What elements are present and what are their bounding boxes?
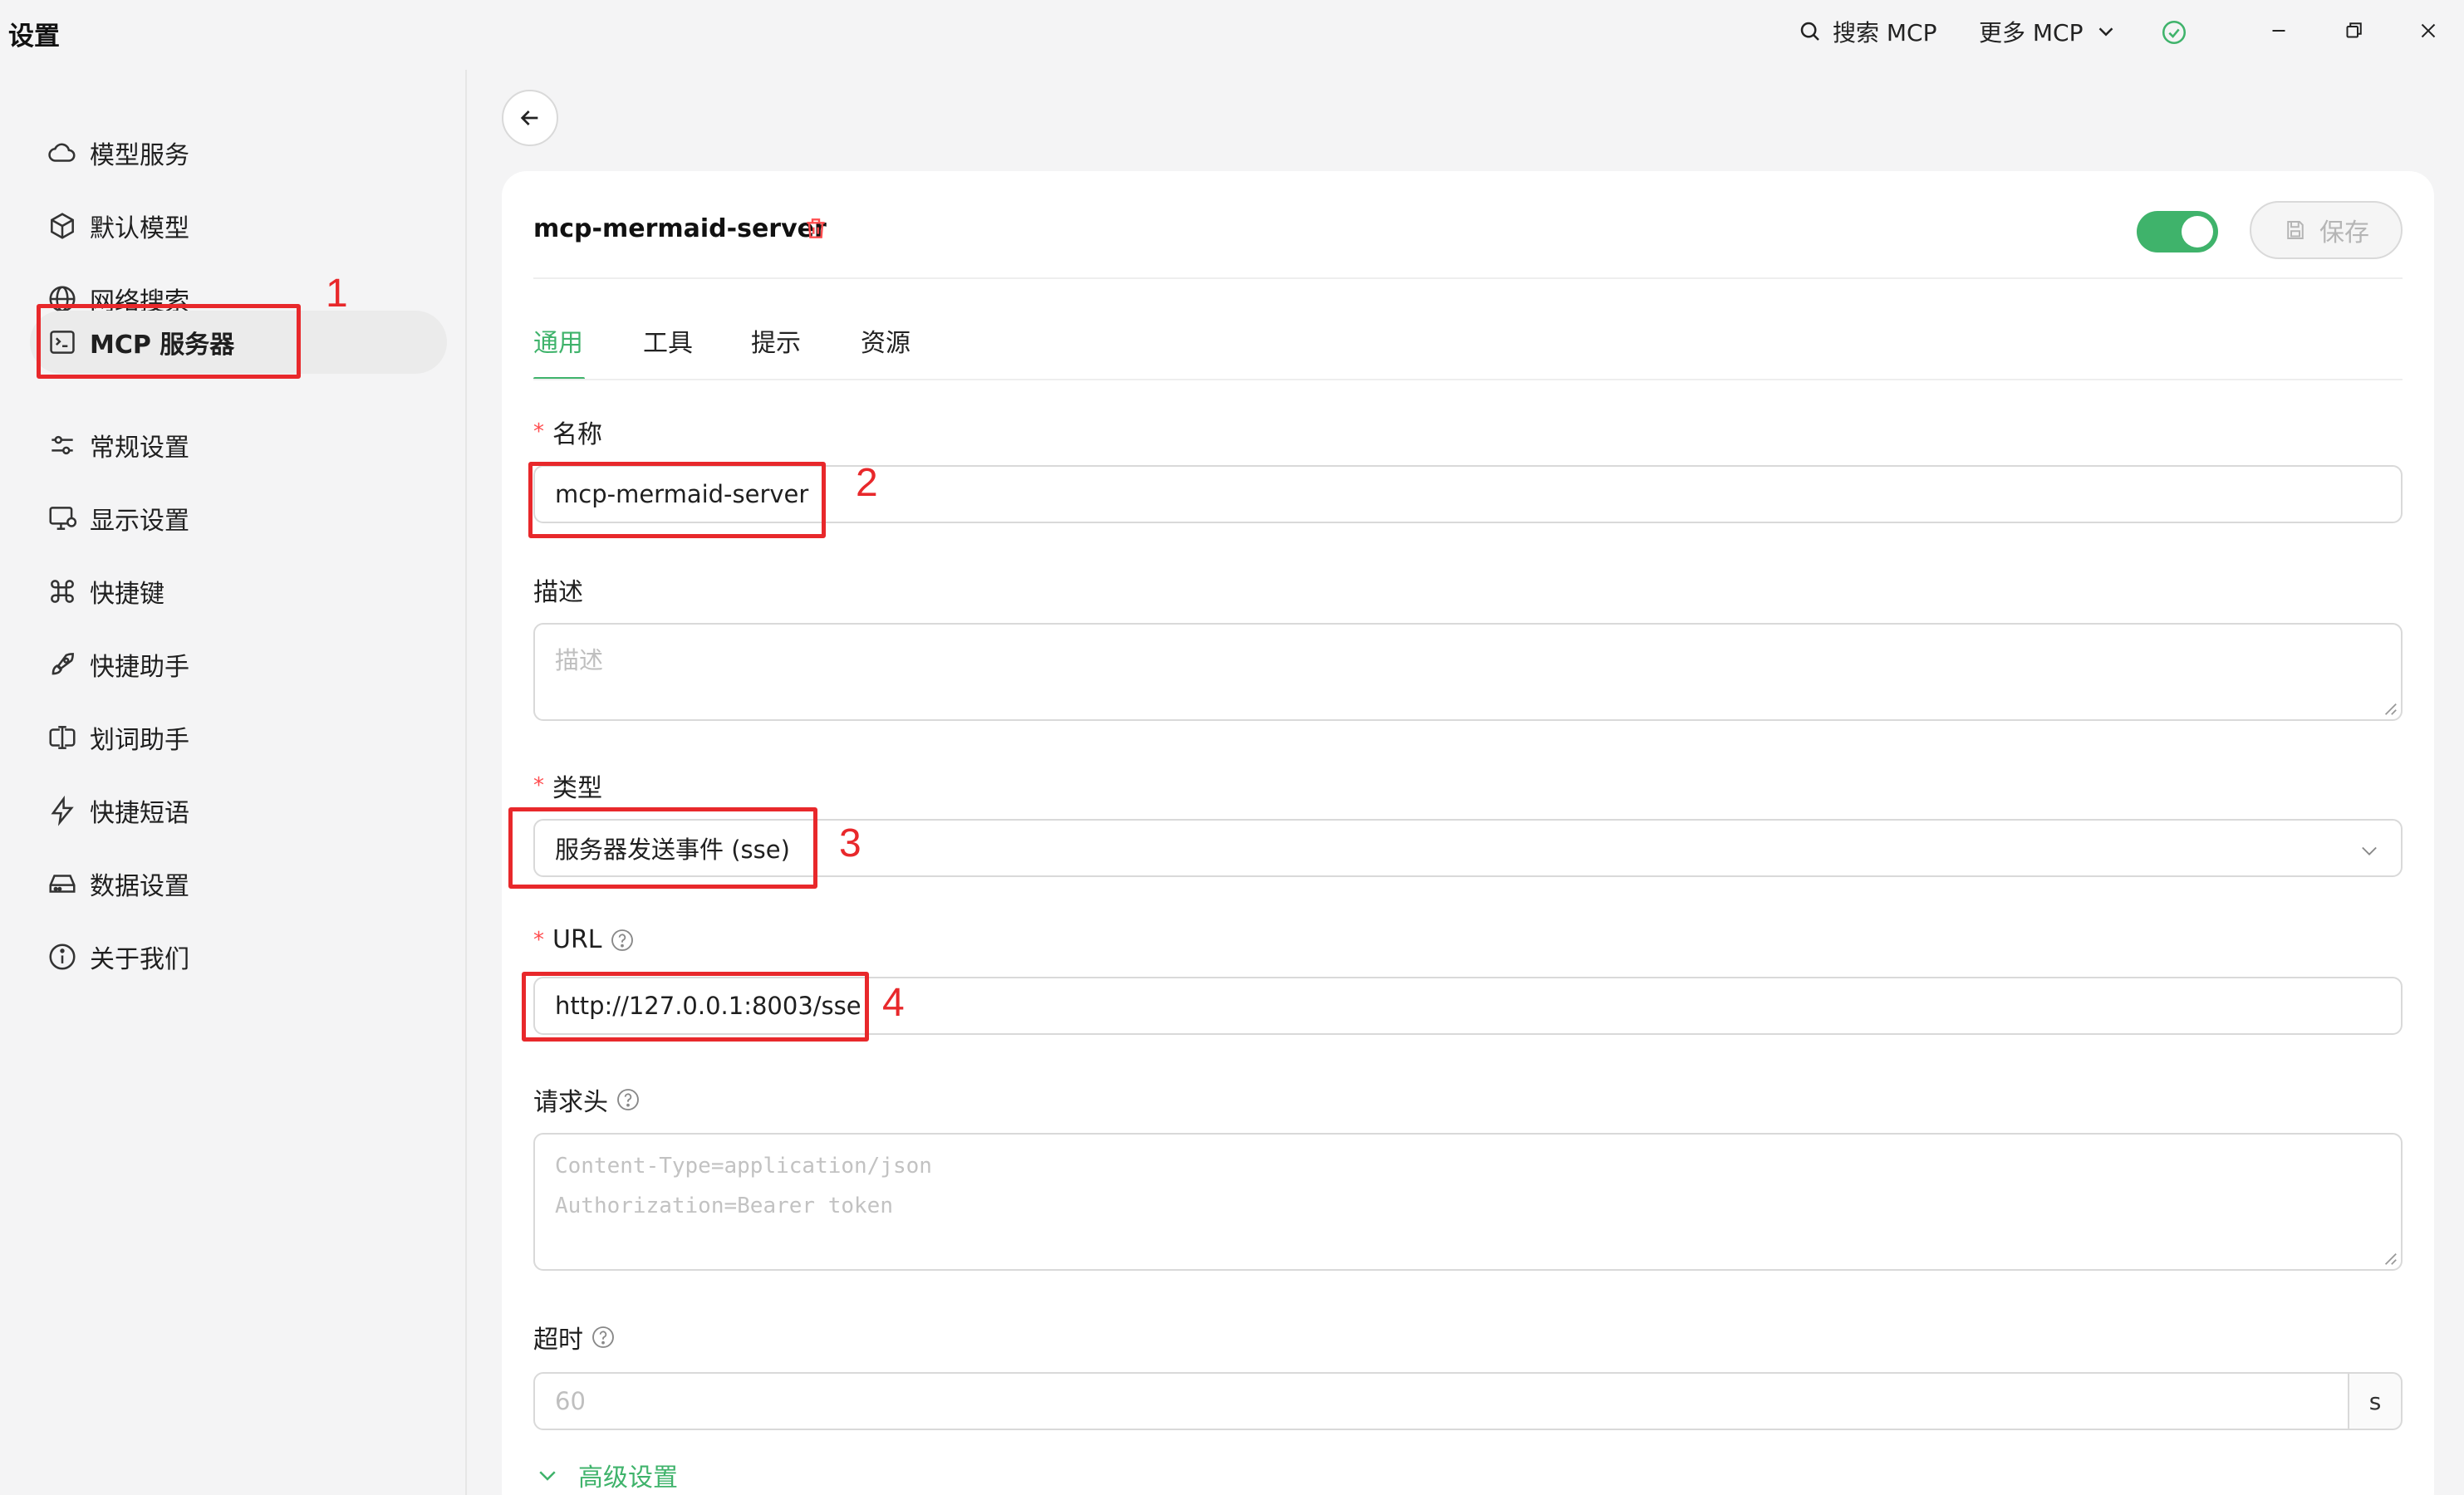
sidebar-item-label: 数据设置	[90, 872, 189, 901]
annotation-number-1: 1	[326, 272, 348, 316]
required-mark: *	[533, 419, 544, 444]
sidebar-item-selection-assistant[interactable]: 划词助手	[30, 706, 447, 769]
annotation-number-3: 3	[839, 821, 861, 865]
cube-icon	[51, 213, 74, 239]
monitor-icon	[49, 507, 77, 530]
url-label-row: * URL	[533, 925, 636, 954]
sidebar-item-default-model[interactable]: 默认模型	[30, 194, 447, 257]
sidebar-item-label: 快捷键	[90, 580, 164, 609]
info-icon	[49, 944, 76, 970]
timeout-placeholder: 60	[555, 1387, 586, 1415]
app-title: 设置	[8, 22, 60, 51]
timeout-label-row: 超时	[533, 1319, 616, 1355]
annotation-box-2	[528, 462, 826, 538]
type-label-row: * 类型	[533, 767, 602, 804]
required-mark: *	[533, 773, 544, 798]
sidebar-item-label: 划词助手	[90, 726, 189, 755]
hard-drive-icon	[49, 875, 76, 893]
tab-resources[interactable]: 资源	[861, 322, 911, 359]
sidebar-item-label: 快捷短语	[90, 799, 189, 828]
sidebar-item-label: 显示设置	[90, 507, 189, 536]
server-title: mcp-mermaid-server	[533, 214, 827, 243]
status-check-icon[interactable]	[2160, 18, 2188, 47]
search-icon	[1800, 22, 1819, 41]
save-button[interactable]: 保存	[2250, 201, 2403, 259]
sidebar-item-quick-assistant[interactable]: 快捷助手	[30, 633, 447, 696]
url-label: URL	[552, 925, 602, 954]
advanced-settings-label: 高级设置	[578, 1463, 678, 1493]
resize-grip-icon[interactable]	[2383, 1251, 2398, 1266]
restore-icon[interactable]	[2341, 18, 2366, 43]
headers-placeholder-line: Content-Type=application/json	[555, 1154, 932, 1179]
chevron-down-icon	[539, 1471, 556, 1481]
timeout-label: 超时	[533, 1326, 583, 1355]
timeout-input[interactable]: 60	[533, 1372, 2349, 1430]
zap-icon	[51, 795, 74, 826]
server-enabled-toggle[interactable]	[2137, 211, 2218, 252]
header-divider	[533, 277, 2403, 279]
sidebar-item-general-settings[interactable]: 常规设置	[30, 414, 447, 477]
sidebar-item-quick-phrases[interactable]: 快捷短语	[30, 779, 447, 842]
help-icon[interactable]	[615, 1086, 641, 1113]
sidebar-item-shortcuts[interactable]: 快捷键	[30, 560, 447, 623]
annotation-number-2: 2	[856, 461, 878, 505]
sidebar-item-model-service[interactable]: 模型服务	[30, 121, 447, 184]
required-mark: *	[533, 927, 544, 953]
sidebar-item-label: 模型服务	[90, 141, 189, 170]
sidebar-item-label: 默认模型	[90, 214, 189, 243]
save-icon	[2287, 221, 2304, 239]
close-icon[interactable]	[2416, 18, 2441, 43]
arrow-left-icon	[520, 110, 538, 125]
annotation-box-3	[508, 807, 817, 889]
trash-icon[interactable]	[803, 215, 829, 242]
description-placeholder: 描述	[555, 646, 604, 674]
name-label: 名称	[552, 420, 602, 449]
description-label: 描述	[533, 578, 583, 607]
description-textarea[interactable]: 描述	[533, 623, 2403, 721]
command-icon	[51, 580, 74, 603]
sidebar: 模型服务 默认模型 网络搜索 MCP 服务器 常规设置 显示设置 快捷键 快捷助…	[8, 70, 465, 1495]
headers-placeholder-line: Authorization=Bearer token	[555, 1194, 893, 1218]
annotation-number-4: 4	[882, 981, 905, 1025]
help-icon[interactable]	[590, 1324, 616, 1350]
tab-prompts[interactable]: 提示	[751, 322, 801, 359]
sidebar-item-display-settings[interactable]: 显示设置	[30, 487, 447, 550]
save-label: 保存	[2319, 218, 2369, 248]
chevron-down-icon	[2362, 846, 2377, 855]
sidebar-item-label: 关于我们	[90, 945, 189, 974]
minimize-icon[interactable]	[2266, 18, 2291, 43]
tabs-divider	[533, 379, 2403, 380]
rocket-icon	[52, 653, 74, 675]
more-mcp-dropdown[interactable]: 更多 MCP	[1979, 15, 2118, 48]
search-mcp-button[interactable]: 搜索 MCP	[1798, 15, 1937, 48]
sidebar-item-data-settings[interactable]: 数据设置	[30, 852, 447, 915]
tab-general[interactable]: 通用	[533, 322, 583, 359]
back-button[interactable]	[502, 90, 558, 146]
annotation-box-1	[37, 304, 301, 379]
help-icon[interactable]	[609, 927, 636, 953]
sidebar-item-about[interactable]: 关于我们	[30, 925, 447, 988]
sidebar-item-label: 常规设置	[90, 434, 189, 463]
description-label-row: 描述	[533, 571, 583, 608]
tab-tools[interactable]: 工具	[643, 322, 693, 359]
advanced-settings-toggle[interactable]: 高级设置	[535, 1457, 678, 1493]
sliders-icon	[52, 435, 73, 455]
cloud-icon	[48, 143, 76, 162]
annotation-box-4	[522, 972, 869, 1042]
headers-textarea[interactable]: Content-Type=application/json Authorizat…	[533, 1133, 2403, 1271]
title-bar: 设置 搜索 MCP 更多 MCP	[0, 0, 2464, 68]
search-mcp-label: 搜索 MCP	[1833, 19, 1937, 47]
headers-label-row: 请求头	[533, 1081, 641, 1118]
type-label: 类型	[552, 774, 602, 803]
chevron-down-icon	[2098, 27, 2113, 37]
more-mcp-label: 更多 MCP	[1979, 19, 2084, 47]
headers-label: 请求头	[533, 1088, 608, 1117]
sidebar-item-label: 快捷助手	[90, 653, 189, 682]
timeout-unit: s	[2348, 1372, 2403, 1430]
name-label-row: * 名称	[533, 414, 602, 450]
resize-grip-icon[interactable]	[2383, 701, 2398, 716]
text-cursor-icon	[49, 726, 76, 749]
